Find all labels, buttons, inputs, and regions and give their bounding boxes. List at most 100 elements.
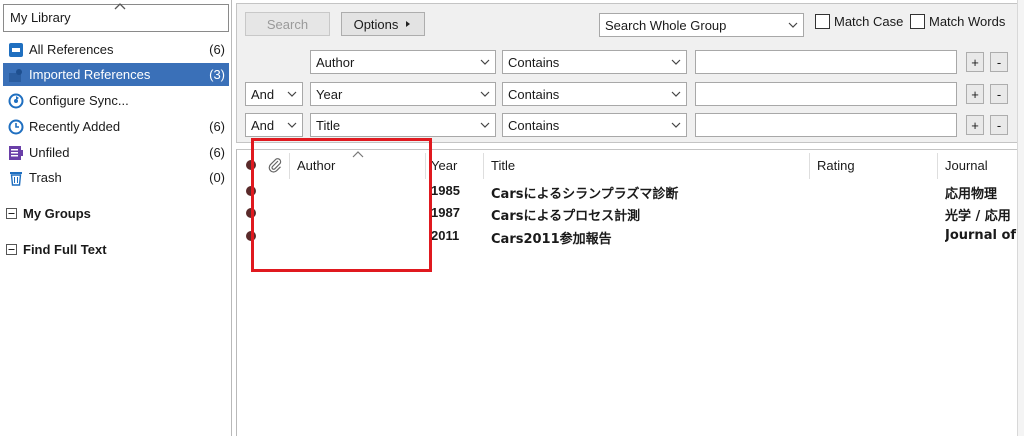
column-rating[interactable]: Rating: [817, 153, 855, 177]
chevron-down-icon: [671, 122, 681, 128]
table-row[interactable]: 2011 Cars2011参加報告 Journal of J: [237, 225, 1024, 247]
operator-select-2[interactable]: Contains: [502, 82, 687, 106]
field-select-1[interactable]: Author: [310, 50, 496, 74]
chevron-down-icon: [287, 91, 297, 97]
column-divider[interactable]: [809, 153, 810, 179]
search-button[interactable]: Search: [245, 12, 330, 36]
operator-value: Contains: [508, 118, 560, 133]
field-value: Author: [316, 55, 355, 70]
row-year: 2011: [431, 228, 460, 243]
column-year[interactable]: Year: [431, 153, 457, 177]
sort-ascending-icon: [352, 151, 364, 158]
collapse-icon[interactable]: [6, 208, 17, 219]
sidebar-item-configure-sync[interactable]: Configure Sync...: [3, 89, 229, 112]
column-divider[interactable]: [289, 153, 290, 179]
sidebar-item-imported-references[interactable]: Imported References (3): [3, 63, 229, 86]
sidebar-item-all-references[interactable]: All References (6): [3, 38, 229, 61]
sidebar-item-label: Imported References: [29, 67, 151, 82]
row-year: 1987: [431, 205, 460, 220]
search-button-label: Search: [266, 16, 309, 32]
sidebar-item-label: Recently Added: [29, 119, 121, 134]
group-label: Find Full Text: [23, 242, 107, 257]
column-divider[interactable]: [425, 153, 426, 179]
column-attachment[interactable]: [267, 153, 283, 177]
connector-select-2[interactable]: And: [245, 82, 303, 106]
sidebar-item-label: Configure Sync...: [29, 93, 129, 108]
add-row-button-2[interactable]: +: [966, 84, 984, 104]
remove-row-button-1[interactable]: -: [990, 52, 1008, 72]
column-divider[interactable]: [483, 153, 484, 179]
column-author-label: Author: [297, 157, 336, 173]
table-row[interactable]: 1985 Carsによるシランプラズマ診断 応用物理: [237, 180, 1024, 202]
minus-label: -: [996, 86, 1002, 102]
options-button-label: Options: [353, 16, 399, 32]
connector-select-3[interactable]: And: [245, 113, 303, 137]
sidebar-item-unfiled[interactable]: Unfiled (6): [3, 141, 229, 164]
search-panel: Search Options Search Whole Group Match …: [236, 3, 1018, 143]
collapse-icon[interactable]: [6, 244, 17, 255]
sidebar-item-count: (6): [209, 42, 225, 57]
sidebar-item-count: (6): [209, 119, 225, 134]
group-find-full-text[interactable]: Find Full Text: [6, 242, 107, 257]
chevron-down-icon: [287, 122, 297, 128]
match-case-checkbox[interactable]: [815, 14, 830, 29]
sidebar-item-count: (3): [209, 67, 225, 82]
options-button[interactable]: Options: [341, 12, 425, 36]
minus-label: -: [996, 54, 1002, 70]
chevron-down-icon: [671, 91, 681, 97]
row-journal: 光学 / 応用: [945, 209, 1011, 224]
chevron-down-icon: [480, 91, 490, 97]
chevron-down-icon: [671, 59, 681, 65]
sync-icon: [6, 91, 26, 111]
search-value-input-3[interactable]: [695, 113, 957, 137]
column-author[interactable]: Author: [297, 153, 335, 177]
add-row-button-3[interactable]: +: [966, 115, 984, 135]
field-value: Year: [316, 87, 343, 102]
triangle-right-icon: [406, 21, 411, 27]
reference-list: Author Year Title Rating Journal 1985 Ca…: [236, 149, 1024, 436]
column-read-status[interactable]: [246, 153, 256, 177]
vertical-scrollbar[interactable]: [1017, 0, 1024, 436]
unfiled-icon: [6, 143, 26, 163]
group-my-groups[interactable]: My Groups: [6, 206, 91, 221]
imported-references-icon: [6, 65, 26, 85]
group-label: My Groups: [23, 206, 91, 221]
paperclip-icon: [268, 158, 282, 173]
search-value-input-1[interactable]: [695, 50, 957, 74]
library-selector[interactable]: My Library: [3, 1, 229, 32]
search-value-input-2[interactable]: [695, 82, 957, 106]
match-words-option[interactable]: Match Words: [910, 14, 1005, 29]
field-select-3[interactable]: Title: [310, 113, 496, 137]
read-status-icon: [246, 160, 256, 170]
remove-row-button-2[interactable]: -: [990, 84, 1008, 104]
plus-label: +: [971, 86, 979, 102]
add-row-button-1[interactable]: +: [966, 52, 984, 72]
operator-select-3[interactable]: Contains: [502, 113, 687, 137]
row-year: 1985: [431, 183, 460, 198]
sidebar-item-count: (6): [209, 145, 225, 160]
chevron-down-icon: [788, 22, 798, 28]
column-title[interactable]: Title: [491, 153, 515, 177]
column-journal[interactable]: Journal: [945, 153, 988, 177]
match-words-label: Match Words: [929, 14, 1006, 29]
unread-dot-icon: [246, 186, 256, 196]
operator-select-1[interactable]: Contains: [502, 50, 687, 74]
sidebar-item-trash[interactable]: Trash (0): [3, 166, 229, 189]
field-select-2[interactable]: Year: [310, 82, 496, 106]
trash-icon: [6, 168, 26, 188]
sidebar-item-label: All References: [29, 42, 114, 57]
match-words-checkbox[interactable]: [910, 14, 925, 29]
collapse-caret-icon[interactable]: [114, 1, 126, 11]
remove-row-button-3[interactable]: -: [990, 115, 1008, 135]
search-scope-select[interactable]: Search Whole Group: [599, 13, 804, 37]
plus-label: +: [971, 117, 979, 133]
row-title: Carsによるプロセス計測: [491, 209, 641, 224]
table-row[interactable]: 1987 Carsによるプロセス計測 光学 / 応用: [237, 202, 1024, 224]
sidebar-item-recently-added[interactable]: Recently Added (6): [3, 115, 229, 138]
match-case-option[interactable]: Match Case: [815, 14, 903, 29]
column-divider[interactable]: [937, 153, 938, 179]
column-journal-label: Journal: [945, 157, 988, 173]
all-references-icon: [6, 40, 26, 60]
operator-value: Contains: [508, 87, 560, 102]
unread-dot-icon: [246, 208, 256, 218]
